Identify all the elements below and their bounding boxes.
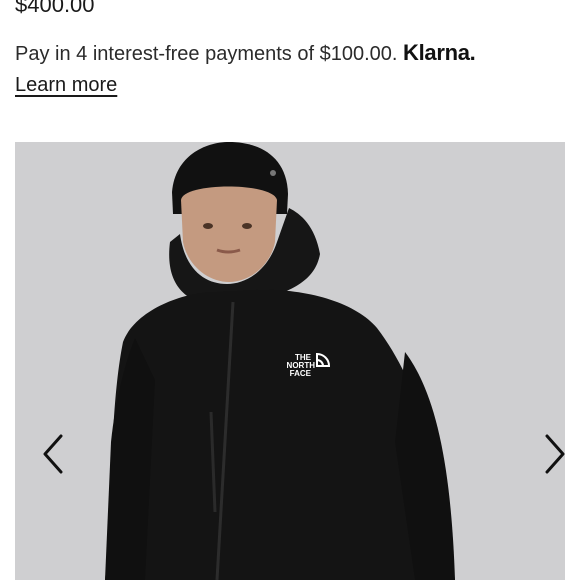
learn-more-link[interactable]: Learn more xyxy=(15,72,117,98)
previous-image-button[interactable] xyxy=(31,432,75,476)
chevron-left-icon xyxy=(43,434,63,474)
next-image-button[interactable] xyxy=(533,432,565,476)
klarna-message-text: Pay in 4 interest-free payments of $100.… xyxy=(15,43,398,65)
klarna-installment-message: Pay in 4 interest-free payments of $100.… xyxy=(15,40,476,67)
chevron-right-icon xyxy=(545,434,565,474)
product-price: $400.00 xyxy=(15,0,95,17)
klarna-logo: Klarna. xyxy=(403,40,476,65)
product-photo: THE NORTH FACE xyxy=(15,142,565,580)
logo-text-3: FACE xyxy=(290,369,312,378)
product-image-gallery: THE NORTH FACE xyxy=(15,142,565,580)
